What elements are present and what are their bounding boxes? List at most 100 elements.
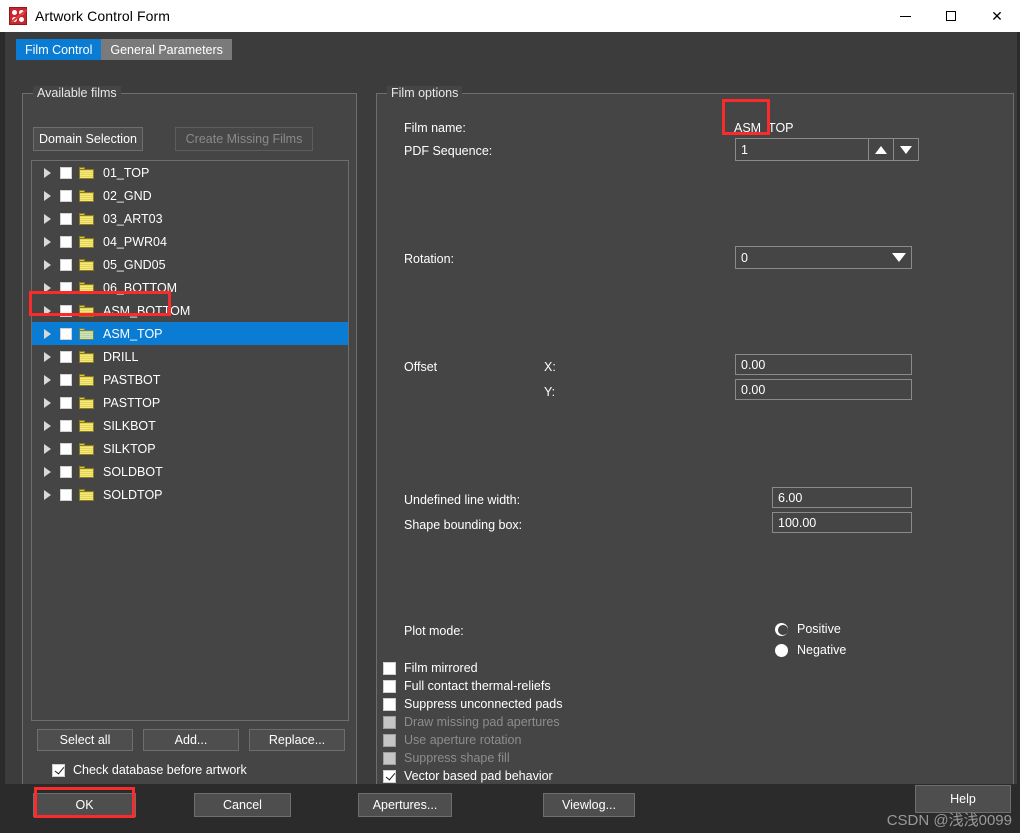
tree-item-checkbox[interactable] bbox=[60, 350, 72, 363]
expand-arrow-icon[interactable] bbox=[42, 351, 54, 363]
offset-x-input[interactable]: 0.00 bbox=[735, 354, 912, 375]
folder-icon bbox=[79, 419, 94, 432]
check-database-before-artwork-checkbox[interactable]: Check database before artwork bbox=[52, 763, 247, 777]
pdf-sequence-up-icon[interactable] bbox=[869, 138, 894, 161]
pdf-sequence-label: PDF Sequence: bbox=[404, 144, 493, 158]
undefined-line-width-input[interactable]: 6.00 bbox=[772, 487, 912, 508]
tree-item-checkbox[interactable] bbox=[60, 281, 72, 294]
folder-icon bbox=[79, 166, 94, 179]
tree-item-label: 04_PWR04 bbox=[103, 234, 167, 249]
select-all-button[interactable]: Select all bbox=[37, 729, 133, 751]
tree-item-soldtop[interactable]: SOLDTOP bbox=[32, 483, 348, 506]
check-database-label: Check database before artwork bbox=[73, 763, 247, 777]
expand-arrow-icon[interactable] bbox=[42, 236, 54, 248]
tab-film-control[interactable]: Film Control bbox=[16, 39, 102, 60]
tree-item-silktop[interactable]: SILKTOP bbox=[32, 437, 348, 460]
expand-arrow-icon[interactable] bbox=[42, 420, 54, 432]
tree-item-checkbox[interactable] bbox=[60, 419, 72, 432]
checkbox-label: Use aperture rotation bbox=[404, 733, 522, 747]
tree-item-03_art03[interactable]: 03_ART03 bbox=[32, 207, 348, 230]
checkbox-label: Suppress unconnected pads bbox=[404, 697, 563, 711]
checkbox-suppress-unconnected-pads[interactable]: Suppress unconnected pads bbox=[383, 697, 562, 711]
expand-arrow-icon[interactable] bbox=[42, 190, 54, 202]
tree-item-05_gnd05[interactable]: 05_GND05 bbox=[32, 253, 348, 276]
rotation-select[interactable]: 0 bbox=[735, 246, 912, 269]
replace-button[interactable]: Replace... bbox=[249, 729, 345, 751]
minimize-icon[interactable] bbox=[882, 0, 928, 32]
pdf-sequence-spinner[interactable]: 1 bbox=[735, 138, 919, 161]
radio-icon bbox=[775, 643, 788, 657]
available-films-group: Available films Domain Selection Create … bbox=[22, 86, 357, 833]
domain-selection-label: Domain Selection bbox=[39, 132, 137, 146]
tree-item-label: SILKTOP bbox=[103, 441, 156, 456]
folder-icon bbox=[79, 442, 94, 455]
viewlog-label: Viewlog... bbox=[562, 798, 616, 812]
tree-item-label: ASM_TOP bbox=[103, 326, 163, 341]
tree-item-checkbox[interactable] bbox=[60, 304, 72, 317]
tree-item-asm_bottom[interactable]: ASM_BOTTOM bbox=[32, 299, 348, 322]
plot-mode-negative-radio[interactable]: Negative bbox=[775, 643, 846, 657]
offset-x-value: 0.00 bbox=[741, 357, 766, 372]
expand-arrow-icon[interactable] bbox=[42, 305, 54, 317]
expand-arrow-icon[interactable] bbox=[42, 489, 54, 501]
expand-arrow-icon[interactable] bbox=[42, 259, 54, 271]
tree-item-checkbox[interactable] bbox=[60, 442, 72, 455]
ok-label: OK bbox=[75, 798, 94, 812]
tree-item-drill[interactable]: DRILL bbox=[32, 345, 348, 368]
tree-item-soldbot[interactable]: SOLDBOT bbox=[32, 460, 348, 483]
expand-arrow-icon[interactable] bbox=[42, 397, 54, 409]
expand-arrow-icon[interactable] bbox=[42, 213, 54, 225]
domain-selection-button[interactable]: Domain Selection bbox=[33, 127, 143, 151]
tree-item-06_bottom[interactable]: 06_BOTTOM bbox=[32, 276, 348, 299]
add-button[interactable]: Add... bbox=[143, 729, 239, 751]
tree-item-02_gnd[interactable]: 02_GND bbox=[32, 184, 348, 207]
offset-y-value: 0.00 bbox=[741, 382, 766, 397]
films-tree-list[interactable]: 01_TOP 02_GND 03_ART03 04_PWR04 05_GND05 06_B… bbox=[31, 160, 349, 721]
checkbox-film-mirrored[interactable]: Film mirrored bbox=[383, 661, 478, 675]
tree-item-04_pwr04[interactable]: 04_PWR04 bbox=[32, 230, 348, 253]
expand-arrow-icon[interactable] bbox=[42, 328, 54, 340]
undefined-line-width-value: 6.00 bbox=[778, 490, 803, 505]
checkbox-use-aperture-rotation: Use aperture rotation bbox=[383, 733, 521, 747]
tree-item-checkbox[interactable] bbox=[60, 258, 72, 271]
tree-item-checkbox[interactable] bbox=[60, 235, 72, 248]
expand-arrow-icon[interactable] bbox=[42, 167, 54, 179]
checkbox-full-contact-thermal-reliefs[interactable]: Full contact thermal-reliefs bbox=[383, 679, 551, 693]
tree-item-checkbox[interactable] bbox=[60, 396, 72, 409]
offset-y-input[interactable]: 0.00 bbox=[735, 379, 912, 400]
window-controls: ✕ bbox=[882, 0, 1020, 32]
expand-arrow-icon[interactable] bbox=[42, 466, 54, 478]
tree-item-silkbot[interactable]: SILKBOT bbox=[32, 414, 348, 437]
close-icon[interactable]: ✕ bbox=[974, 0, 1020, 32]
plot-mode-positive-radio[interactable]: Positive bbox=[775, 622, 841, 636]
tree-item-pasttop[interactable]: PASTTOP bbox=[32, 391, 348, 414]
apertures-label: Apertures... bbox=[372, 798, 438, 812]
shape-bounding-box-label: Shape bounding box: bbox=[404, 518, 523, 532]
tree-item-checkbox[interactable] bbox=[60, 373, 72, 386]
tree-item-pastbot[interactable]: PASTBOT bbox=[32, 368, 348, 391]
ok-button[interactable]: OK bbox=[33, 793, 136, 817]
maximize-icon[interactable] bbox=[928, 0, 974, 32]
create-missing-films-button[interactable]: Create Missing Films bbox=[175, 127, 313, 151]
tab-general-parameters[interactable]: General Parameters bbox=[101, 39, 232, 60]
tree-item-checkbox[interactable] bbox=[60, 212, 72, 225]
expand-arrow-icon[interactable] bbox=[42, 282, 54, 294]
pdf-sequence-down-icon[interactable] bbox=[894, 138, 919, 161]
film-name-label: Film name: bbox=[404, 121, 466, 135]
tree-item-01_top[interactable]: 01_TOP bbox=[32, 161, 348, 184]
apertures-button[interactable]: Apertures... bbox=[358, 793, 452, 817]
cancel-button[interactable]: Cancel bbox=[194, 793, 291, 817]
tree-item-checkbox[interactable] bbox=[60, 166, 72, 179]
tree-item-asm_top[interactable]: ASM_TOP bbox=[32, 322, 348, 345]
tree-item-checkbox[interactable] bbox=[60, 327, 72, 340]
tree-item-checkbox[interactable] bbox=[60, 465, 72, 478]
checkbox-vector-based-pad-behavior[interactable]: Vector based pad behavior bbox=[383, 769, 553, 783]
tree-item-checkbox[interactable] bbox=[60, 189, 72, 202]
shape-bounding-box-input[interactable]: 100.00 bbox=[772, 512, 912, 533]
expand-arrow-icon[interactable] bbox=[42, 443, 54, 455]
pdf-sequence-input[interactable]: 1 bbox=[735, 138, 869, 161]
expand-arrow-icon[interactable] bbox=[42, 374, 54, 386]
folder-icon bbox=[79, 373, 94, 386]
viewlog-button[interactable]: Viewlog... bbox=[543, 793, 635, 817]
tree-item-checkbox[interactable] bbox=[60, 488, 72, 501]
